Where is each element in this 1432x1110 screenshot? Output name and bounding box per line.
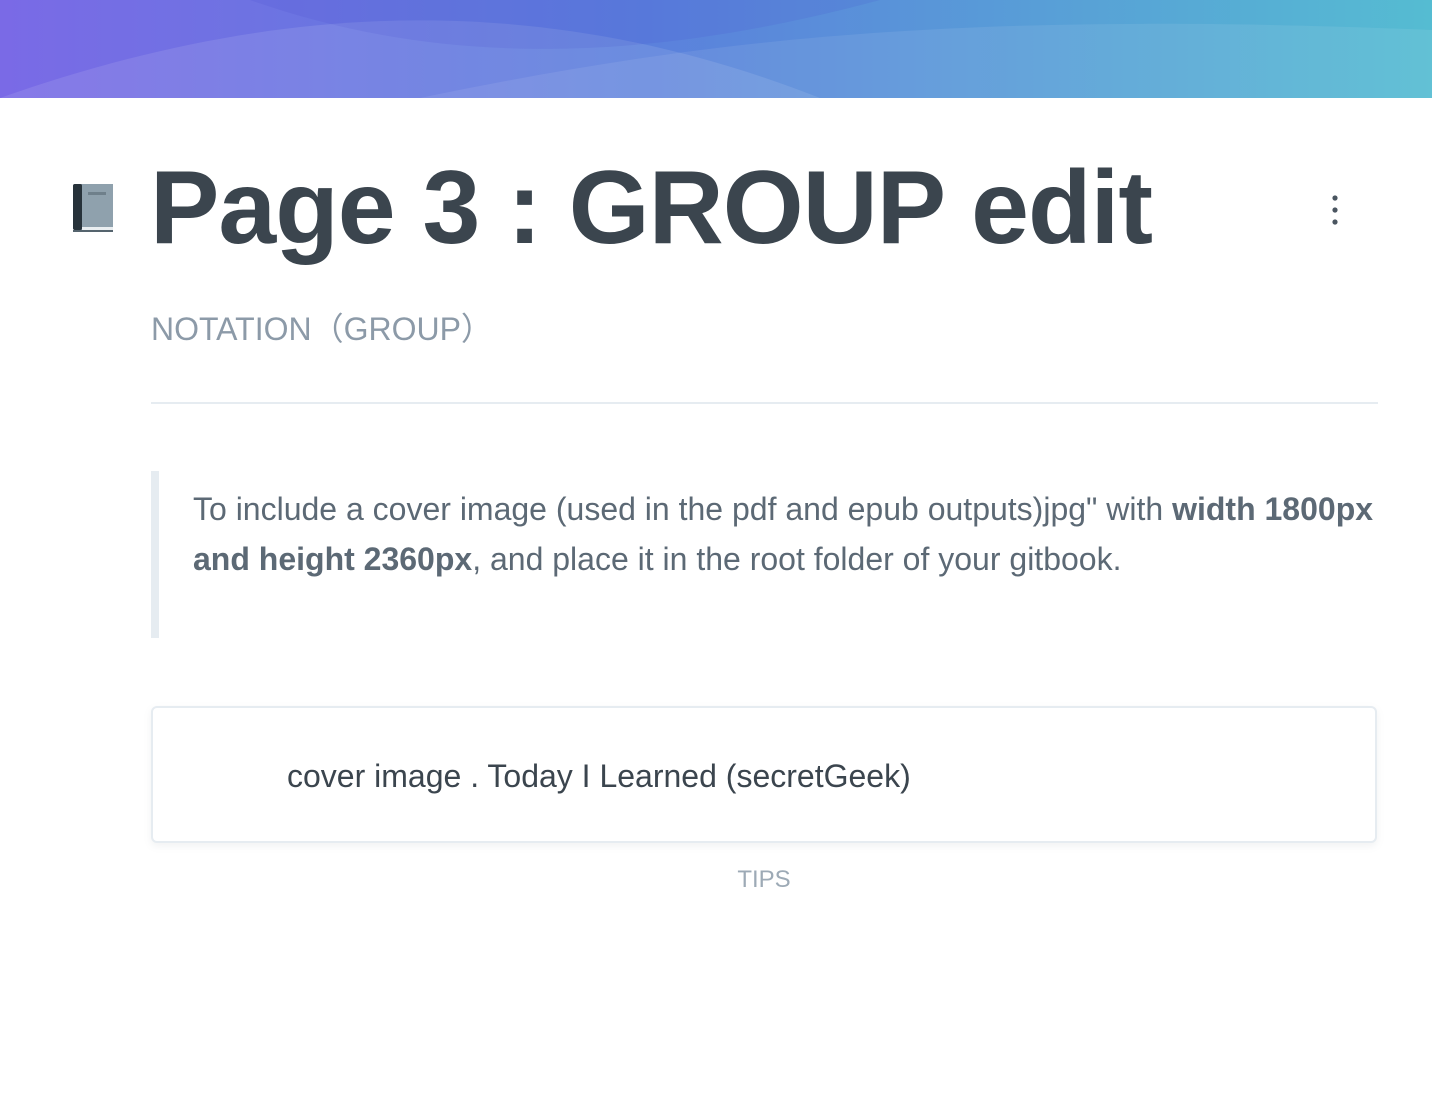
cover-image-hint: To include a cover image (used in the pd…	[151, 471, 1378, 638]
more-options-button[interactable]	[1318, 188, 1352, 232]
header-divider	[151, 402, 1378, 404]
notebook-icon	[71, 183, 115, 233]
link-card[interactable]: cover image . Today I Learned (secretGee…	[151, 706, 1377, 843]
link-card-title[interactable]: cover image . Today I Learned (secretGee…	[287, 756, 911, 796]
page-subtitle: NOTATION（GROUP）	[151, 311, 493, 347]
hint-text-end: , and place it in the root folder of you…	[472, 541, 1122, 577]
vertical-ellipsis-icon	[1332, 195, 1338, 225]
link-card-caption: TIPS	[737, 866, 791, 893]
page-title: Page 3 : GROUP edit	[150, 150, 1153, 266]
cover-banner	[0, 0, 1432, 98]
hint-text-start: To include a cover image (used in the pd…	[193, 491, 1173, 527]
